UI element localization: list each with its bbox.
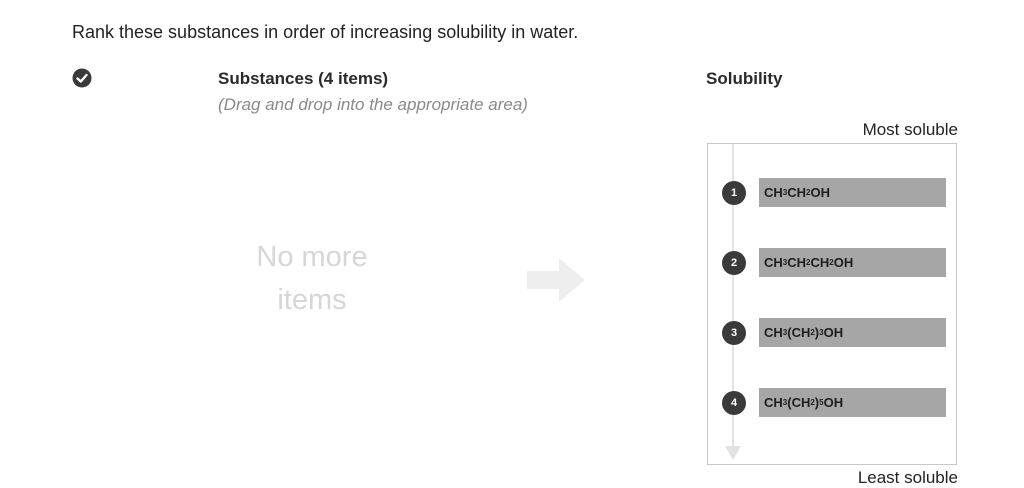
least-soluble-label: Least soluble: [857, 468, 958, 487]
formula-text: OH: [833, 255, 854, 270]
formula-text: (CH: [787, 325, 811, 340]
formula-text: CH: [764, 255, 783, 270]
formula-text: (CH: [787, 395, 811, 410]
rank-badge-1: 1: [722, 181, 746, 205]
rank-item-4[interactable]: CH 3 (CH 2) 5 OH: [759, 388, 946, 417]
rank-item-1[interactable]: CH 3 CH 2 OH: [759, 178, 946, 207]
source-subtitle: (Drag and drop into the appropriate area…: [218, 95, 528, 114]
most-soluble-label: Most soluble: [862, 120, 958, 139]
formula-text: CH: [787, 255, 807, 270]
source-title: Substances (4 items): [218, 69, 389, 88]
ranking-axis-arrowhead: [725, 446, 741, 460]
formula-text: CH: [764, 325, 783, 340]
rank-badge-2: 2: [722, 251, 746, 275]
formula-text: OH: [810, 185, 830, 200]
formula-text: OH: [823, 325, 844, 340]
empty-source-message: No more items: [232, 236, 392, 322]
target-title: Solubility: [706, 69, 783, 88]
formula-text: CH: [787, 185, 807, 200]
formula-text: CH: [764, 185, 783, 200]
question-text: Rank these substances in order of increa…: [72, 22, 579, 42]
formula-text: CH: [810, 255, 830, 270]
rank-badge-4: 4: [722, 391, 746, 415]
rank-item-2[interactable]: CH 3 CH 2 CH 2 OH: [759, 248, 946, 277]
check-circle-icon: [72, 68, 92, 88]
formula-text: CH: [764, 395, 783, 410]
empty-message-line-1: No more: [256, 241, 368, 273]
rank-badge-3: 3: [722, 321, 746, 345]
empty-message-line-2: items: [277, 284, 347, 316]
rank-item-3[interactable]: CH 3 (CH 2) 3 OH: [759, 318, 946, 347]
formula-text: OH: [823, 395, 844, 410]
right-arrow-icon: [527, 258, 585, 302]
